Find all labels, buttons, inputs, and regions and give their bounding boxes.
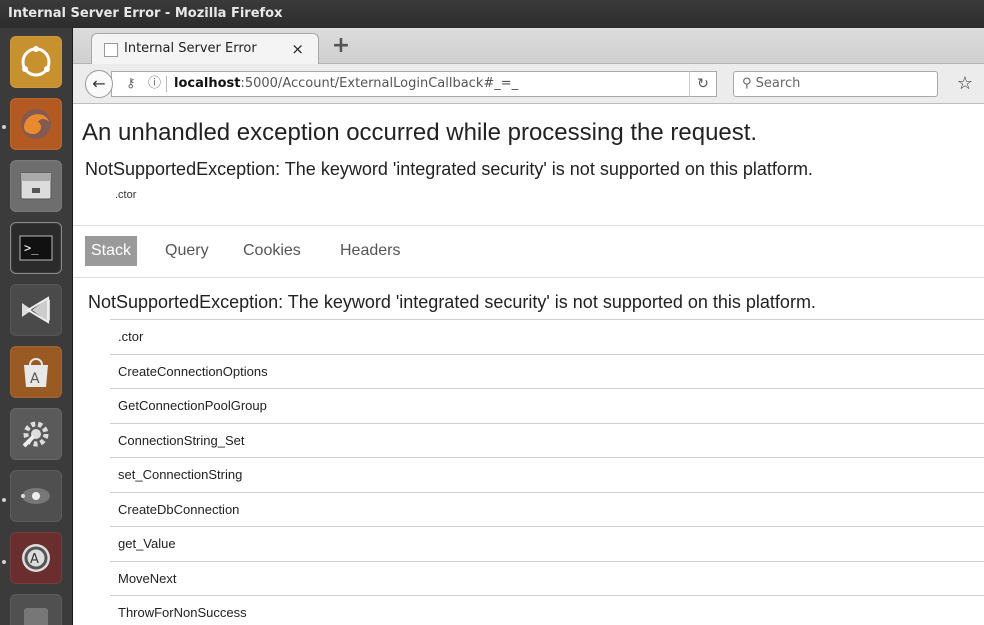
svg-text:>_: >_ bbox=[24, 241, 39, 255]
stack-frame[interactable]: ThrowForNonSuccess bbox=[110, 595, 984, 625]
page-icon bbox=[104, 43, 118, 57]
files-icon[interactable] bbox=[10, 160, 62, 212]
tab-title: Internal Server Error bbox=[124, 41, 257, 56]
new-tab-button[interactable]: + bbox=[329, 34, 353, 58]
stack-frame[interactable]: .ctor bbox=[110, 319, 984, 354]
tab-stack[interactable]: Stack bbox=[85, 236, 138, 266]
stack-frame[interactable]: set_ConnectionString bbox=[110, 457, 984, 492]
url-bar[interactable]: ⚷ ⓘ localhost:5000/Account/ExternalLogin… bbox=[111, 71, 709, 97]
close-tab-icon[interactable]: × bbox=[291, 34, 304, 64]
software-updater-icon[interactable]: A bbox=[10, 532, 62, 584]
exception-message: NotSupportedException: The keyword 'inte… bbox=[85, 159, 813, 179]
window-title: Internal Server Error - Mozilla Firefox bbox=[8, 6, 283, 21]
page-title: An unhandled exception occurred while pr… bbox=[82, 119, 758, 146]
software-center-icon[interactable]: A bbox=[10, 346, 62, 398]
tab-cookies[interactable]: Cookies bbox=[237, 236, 307, 266]
stack-frame[interactable]: get_Value bbox=[110, 526, 984, 561]
navigation-bar: ⚷ ⓘ localhost:5000/Account/ExternalLogin… bbox=[73, 64, 984, 104]
terminal-icon[interactable]: >_ bbox=[10, 222, 62, 274]
url-text[interactable]: localhost:5000/Account/ExternalLoginCall… bbox=[174, 72, 518, 96]
visual-studio-code-icon[interactable] bbox=[10, 284, 62, 336]
stack-frame[interactable]: GetConnectionPoolGroup bbox=[110, 388, 984, 423]
stack-frame[interactable]: ConnectionString_Set bbox=[110, 422, 984, 458]
back-button[interactable]: ← bbox=[85, 70, 113, 98]
divider bbox=[73, 277, 984, 278]
url-separator bbox=[166, 76, 167, 92]
exception-location: .ctor bbox=[115, 189, 137, 201]
launcher-item-icon[interactable] bbox=[10, 594, 62, 625]
page-content: An unhandled exception occurred while pr… bbox=[73, 105, 984, 625]
info-icon[interactable]: ⓘ bbox=[148, 72, 161, 96]
system-settings-icon[interactable] bbox=[10, 408, 62, 460]
bookmark-star-icon[interactable]: ☆ bbox=[953, 72, 977, 96]
svg-text:A: A bbox=[30, 552, 39, 567]
url-host: localhost bbox=[174, 76, 241, 91]
tab-strip: Internal Server Error × + bbox=[73, 28, 984, 65]
tab-query[interactable]: Query bbox=[159, 236, 215, 266]
reload-button[interactable]: ↻ bbox=[689, 71, 717, 97]
stack-exception-title: NotSupportedException: The keyword 'inte… bbox=[88, 292, 816, 312]
firefox-icon[interactable] bbox=[10, 98, 62, 150]
stack-frame[interactable]: CreateConnectionOptions bbox=[110, 353, 984, 389]
divider bbox=[73, 225, 984, 226]
svg-text:A: A bbox=[30, 371, 40, 387]
stack-frame[interactable]: CreateDbConnection bbox=[110, 491, 984, 527]
url-path: :5000/Account/ExternalLoginCallback#_=_ bbox=[240, 76, 519, 91]
unity-launcher: >_ A A bbox=[0, 28, 73, 625]
search-icon: ⚲ bbox=[742, 76, 752, 91]
stack-frames-list: .ctor CreateConnectionOptions GetConnect… bbox=[110, 319, 984, 625]
remote-desktop-icon[interactable] bbox=[10, 470, 62, 522]
key-icon[interactable]: ⚷ bbox=[126, 72, 136, 96]
browser-tab[interactable]: Internal Server Error × bbox=[91, 33, 319, 65]
search-placeholder: Search bbox=[755, 76, 801, 91]
tab-headers[interactable]: Headers bbox=[334, 236, 406, 266]
search-input[interactable]: ⚲ Search bbox=[733, 71, 938, 97]
stack-frame[interactable]: MoveNext bbox=[110, 560, 984, 596]
window-title-bar: Internal Server Error - Mozilla Firefox bbox=[0, 0, 984, 28]
ubuntu-dash-icon[interactable] bbox=[10, 36, 62, 88]
